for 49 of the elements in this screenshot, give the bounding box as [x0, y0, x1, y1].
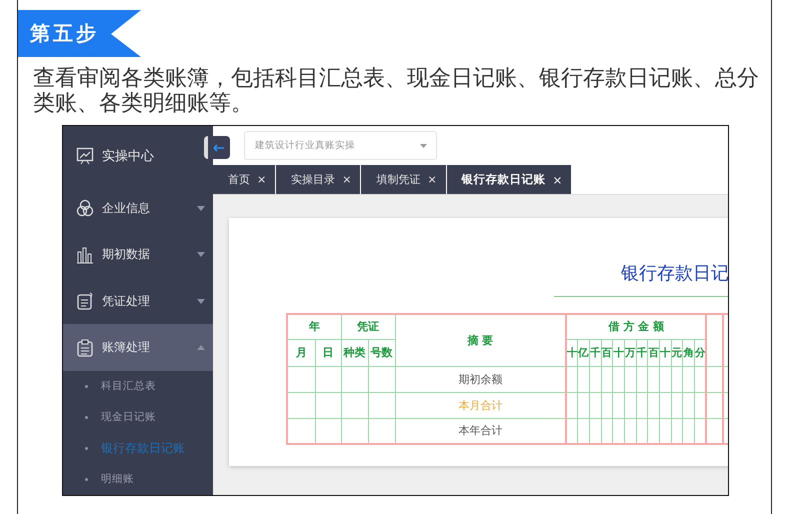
table-header-cell: 千 [636, 339, 648, 366]
chart-board-icon [76, 146, 94, 165]
bullet-icon [85, 384, 88, 388]
submenu-item[interactable]: 现金日记账 [63, 402, 213, 433]
clipboard-icon [76, 338, 94, 357]
table-header-cell: 十 [612, 339, 624, 366]
table-header-cell: 月 [287, 339, 315, 366]
table-header-cell: 借 方 金 额 [566, 314, 706, 339]
sidebar-item[interactable]: 期初数据 [63, 232, 213, 278]
sidebar-item[interactable]: 凭证处理 [63, 278, 213, 324]
bullet-icon [85, 416, 88, 419]
close-icon[interactable]: × [342, 173, 352, 186]
description-text: 查看审阅各类账簿，包括科目汇总表、现金日记账、银行存款日记账、总分类账、各类明细账等。 [33, 66, 760, 116]
sidebar-item[interactable]: 账簿处理 [63, 324, 213, 371]
table-header-cell: 日 [315, 339, 341, 366]
bullet-icon [85, 446, 88, 450]
table-header-cell: 十 [660, 339, 672, 366]
document-edit-icon [76, 292, 94, 310]
table-header-cell: 元 [671, 339, 683, 366]
circles-icon [76, 199, 94, 218]
close-icon[interactable]: × [257, 173, 266, 186]
arrow-left-icon [213, 144, 225, 152]
table-header-cell: 角 [682, 339, 695, 366]
tab[interactable]: 银行存款日记账 × [446, 165, 572, 194]
step-badge: 第五步 [18, 10, 141, 57]
close-icon[interactable]: × [427, 173, 437, 186]
course-select[interactable]: 建筑设计行业真账实操 [244, 131, 437, 160]
table-header-cell: 千 [589, 339, 602, 366]
table-header-cell: 百 [601, 339, 613, 366]
caret-down-icon [420, 144, 427, 148]
submenu-item[interactable]: 明细账 [63, 464, 213, 495]
sidebar-item[interactable]: 实操中心 [63, 126, 213, 186]
close-icon[interactable]: × [552, 172, 562, 186]
table-header-cell: 十 [566, 339, 578, 366]
table-header-cell: 百 [648, 339, 660, 366]
tab[interactable]: 实操目录 × [276, 165, 360, 194]
tab[interactable]: 首页 × [213, 165, 276, 194]
submenu-item[interactable]: 科目汇总表 [63, 370, 213, 402]
table-header-cell: 亿 [578, 339, 590, 366]
table-header-cell: 年 [287, 314, 341, 339]
sidebar-item[interactable]: 企业信息 [63, 185, 213, 232]
collapse-button[interactable] [204, 136, 230, 159]
table-header-cell: 万 [624, 339, 636, 366]
bullet-icon [85, 478, 88, 481]
tab[interactable]: 填制凭证 × [361, 165, 446, 194]
table-header-cell: 种类 [341, 339, 368, 366]
ledger-title: 银行存款日记 [620, 262, 728, 285]
table-header-cell: 凭证 [341, 314, 395, 339]
bar-chart-icon [76, 246, 94, 264]
